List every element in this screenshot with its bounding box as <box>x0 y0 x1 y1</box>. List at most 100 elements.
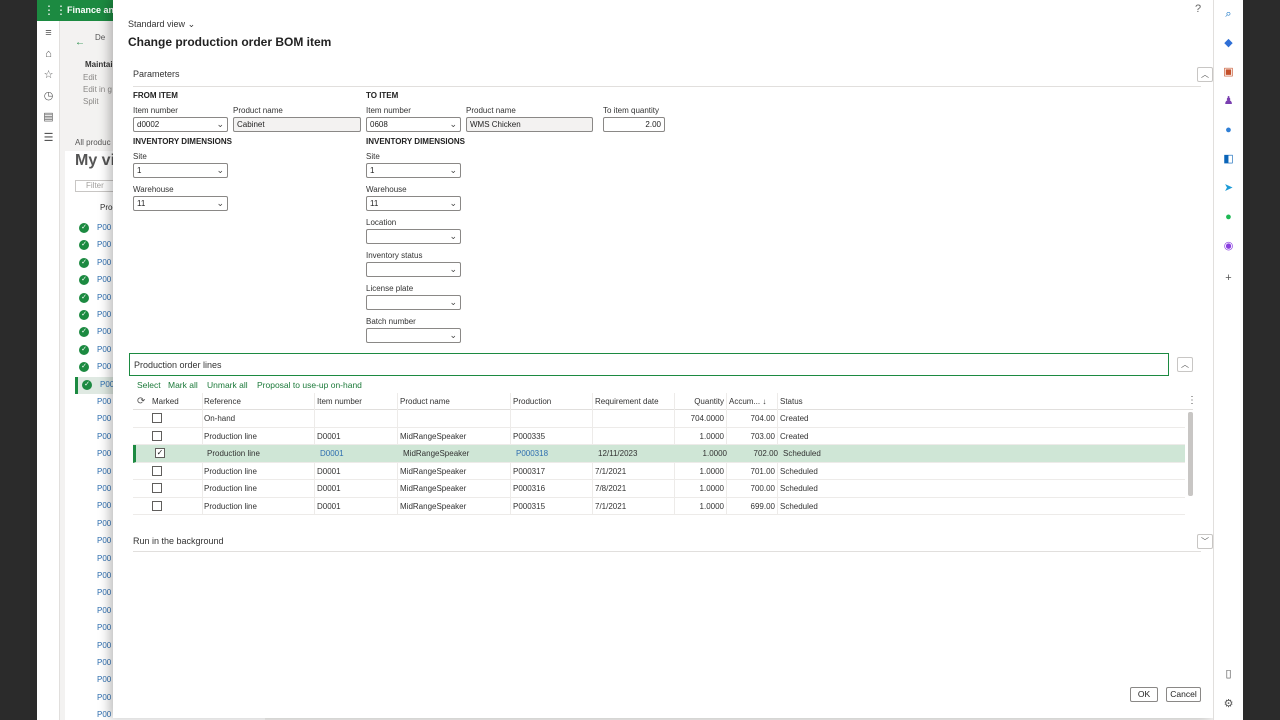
modules-icon[interactable]: ☰ <box>42 132 55 145</box>
cell-product-name: MidRangeSpeaker <box>400 466 467 476</box>
add-icon[interactable]: + <box>1221 271 1236 286</box>
unmark-all-button[interactable]: Unmark all <box>207 380 248 390</box>
outlook-icon[interactable]: ◧ <box>1221 152 1236 167</box>
col-accumulated[interactable]: Accum... ↓ <box>729 397 766 406</box>
table-row[interactable]: Production line D0001 MidRangeSpeaker P0003… <box>133 428 1185 445</box>
checkmark-icon: ✓ <box>79 223 89 233</box>
view-selector[interactable]: Standard view ⌄ <box>128 19 195 30</box>
search-icon[interactable]: ⌕ <box>1221 7 1236 22</box>
hamburger-icon[interactable]: ≡ <box>42 27 55 40</box>
tag-icon[interactable]: ◆ <box>1221 36 1236 51</box>
messenger-icon[interactable]: ◉ <box>1221 239 1236 254</box>
inventory-status-field[interactable]: ⌄ <box>366 262 461 277</box>
people-icon[interactable]: ♟ <box>1221 94 1236 109</box>
batch-number-field[interactable]: ⌄ <box>366 328 461 343</box>
refresh-icon[interactable]: ⟳ <box>137 396 145 407</box>
settings-gear-icon[interactable]: ⚙ <box>1221 697 1236 712</box>
back-icon[interactable]: ← <box>75 37 85 48</box>
marked-checkbox[interactable] <box>152 500 162 511</box>
cell-production[interactable]: P000318 <box>516 449 548 458</box>
briefcase-icon[interactable]: ▣ <box>1221 65 1236 80</box>
col-status[interactable]: Status <box>780 397 803 406</box>
to-item-number-field[interactable]: 0608 ⌄ <box>366 117 461 132</box>
chevron-down-icon[interactable]: ﹀ <box>1197 534 1213 549</box>
grid-scrollbar[interactable] <box>1188 412 1193 496</box>
background-row-code: P00 <box>97 292 112 302</box>
from-item-number-label: Item number <box>133 106 178 115</box>
license-plate-label: License plate <box>366 284 414 293</box>
col-marked[interactable]: Marked <box>152 397 179 406</box>
col-item-number[interactable]: Item number <box>317 397 362 406</box>
production-lines-collapse-icon[interactable]: ︿ <box>1177 357 1193 372</box>
col-quantity[interactable]: Quantity <box>678 397 724 406</box>
home-icon[interactable]: ⌂ <box>42 48 55 61</box>
app-launcher-icon[interactable]: ⋮⋮ <box>43 4 67 16</box>
help-icon[interactable]: ? <box>1195 3 1201 15</box>
col-requirement-date[interactable]: Requirement date <box>595 397 659 406</box>
marked-checkbox[interactable] <box>152 430 162 441</box>
cell-production: P000316 <box>513 484 546 493</box>
marked-checkbox[interactable]: ✓ <box>155 448 165 458</box>
ok-button[interactable]: OK <box>1130 687 1158 702</box>
marked-checkbox[interactable] <box>152 465 162 476</box>
from-site-field[interactable]: 1 ⌄ <box>133 163 228 178</box>
copilot-icon[interactable]: ● <box>1221 123 1236 138</box>
grid-header: ⟳ Marked Reference Item number Product n… <box>133 393 1197 410</box>
production-lines-grid: ⟳ Marked Reference Item number Product n… <box>133 393 1201 515</box>
checkmark-icon: ✓ <box>82 379 92 390</box>
spotify-icon[interactable]: ● <box>1221 210 1236 225</box>
table-row[interactable]: ✓ Production line D0001 MidRangeSpeaker P000… <box>133 445 1185 463</box>
screen-border-right <box>1243 0 1280 720</box>
marked-checkbox[interactable] <box>152 413 162 423</box>
workspace-icon[interactable]: ▤ <box>42 111 55 124</box>
to-item-heading: TO ITEM <box>366 91 399 100</box>
license-plate-field[interactable]: ⌄ <box>366 295 461 310</box>
from-item-number-field[interactable]: d0002 ⌄ <box>133 117 228 132</box>
col-product-name[interactable]: Product name <box>400 397 450 406</box>
background-row-code: P00 <box>97 431 112 441</box>
cell-status: Scheduled <box>780 501 818 511</box>
from-warehouse-field[interactable]: 11 ⌄ <box>133 196 228 211</box>
table-row[interactable]: Production line D0001 MidRangeSpeaker P0003… <box>133 498 1185 515</box>
send-icon[interactable]: ➤ <box>1221 181 1236 196</box>
background-row-code: P00 <box>97 692 112 702</box>
production-lines-section-header[interactable]: Production order lines <box>129 353 1169 376</box>
more-options-icon[interactable]: ⋮ <box>1187 395 1197 406</box>
cell-accumulated: 699.00 <box>750 501 775 511</box>
split-action[interactable]: Split <box>83 97 99 106</box>
star-icon[interactable]: ☆ <box>42 69 55 82</box>
table-row[interactable]: Production line D0001 MidRangeSpeaker P0003… <box>133 463 1185 480</box>
mark-all-button[interactable]: Mark all <box>168 380 198 390</box>
to-item-number-label: Item number <box>366 106 411 115</box>
background-row-code: P00 <box>97 658 112 667</box>
location-field[interactable]: ⌄ <box>366 229 461 244</box>
to-item-quantity-field[interactable]: 2.00 <box>603 117 665 132</box>
to-site-label: Site <box>366 152 380 161</box>
table-row[interactable]: On-hand 704.0000 704.00 Created <box>133 410 1185 428</box>
clock-icon[interactable]: ◷ <box>42 90 55 103</box>
chevron-down-icon: ⌄ <box>216 119 224 129</box>
cell-requirement-date: 7/8/2021 <box>595 484 627 493</box>
cell-requirement-date: 7/1/2021 <box>595 466 627 476</box>
cell-quantity: 1.0000 <box>702 449 727 458</box>
run-background-section-header[interactable]: Run in the background ﹀ <box>133 530 1213 552</box>
cell-reference: Production line <box>204 466 257 476</box>
edit-in-grid-action[interactable]: Edit in g <box>83 85 112 94</box>
proposal-use-up-button[interactable]: Proposal to use-up on-hand <box>257 380 362 390</box>
sidebar-toggle-icon[interactable]: ▯ <box>1221 667 1236 682</box>
to-site-field[interactable]: 1 ⌄ <box>366 163 461 178</box>
table-row[interactable]: Production line D0001 MidRangeSpeaker P0003… <box>133 480 1185 498</box>
parameters-section-header[interactable]: Parameters ︿ <box>133 63 1213 87</box>
delete-action[interactable]: De <box>95 33 105 42</box>
col-production[interactable]: Production <box>513 397 551 406</box>
parameters-collapse-icon[interactable]: ︿ <box>1197 67 1213 82</box>
col-reference[interactable]: Reference <box>204 397 241 406</box>
cell-item-number[interactable]: D0001 <box>320 449 344 458</box>
chevron-down-icon: ⌄ <box>449 119 457 129</box>
background-row-code: P00 <box>97 414 112 424</box>
to-warehouse-field[interactable]: 11 ⌄ <box>366 196 461 211</box>
edit-action[interactable]: Edit <box>83 73 97 82</box>
select-button[interactable]: Select <box>137 380 161 390</box>
cancel-button[interactable]: Cancel <box>1166 687 1201 702</box>
marked-checkbox[interactable] <box>152 483 162 493</box>
